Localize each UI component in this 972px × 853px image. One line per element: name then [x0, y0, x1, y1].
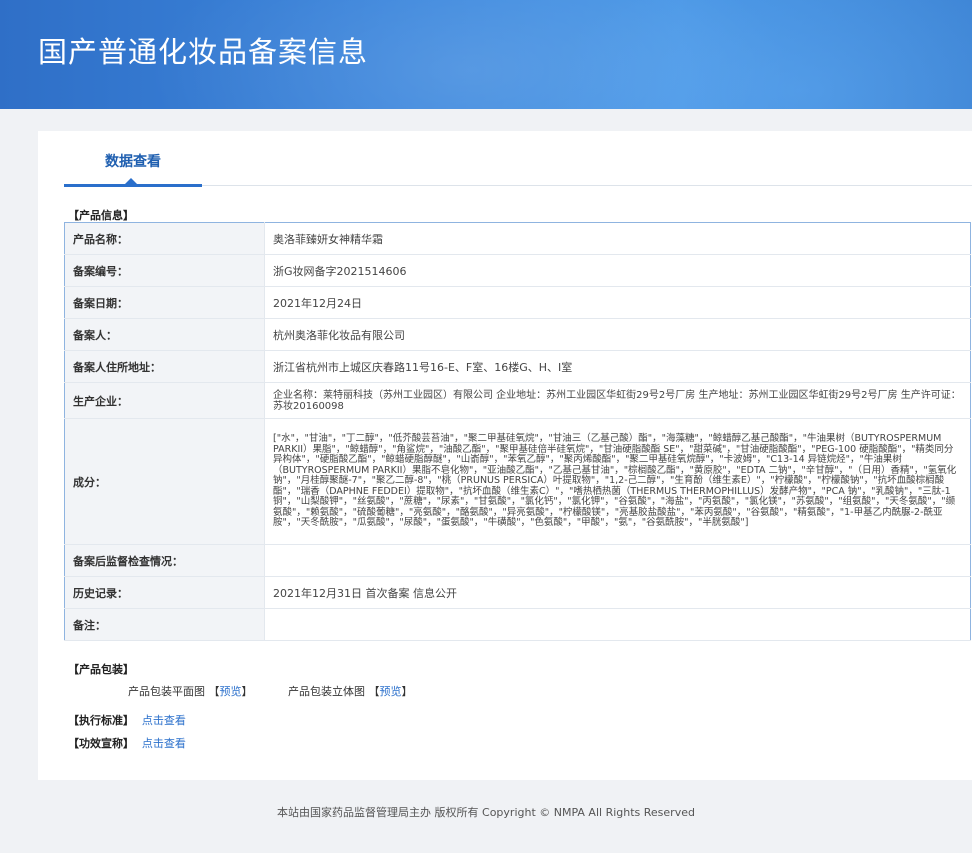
ingredients-value: ["水"，"甘油"，"丁二醇"，"低芥酸芸苔油"，"聚二甲基硅氧烷"，"甘油三（… [264, 418, 971, 545]
table-row: 历史记录： 2021年12月31日 首次备案 信息公开 [64, 576, 971, 609]
product-info-title: 【产品信息】 [68, 209, 134, 222]
registration-date-value: 2021年12月24日 [264, 286, 971, 319]
remarks-value [264, 608, 971, 641]
row-label: 产品名称： [64, 222, 265, 255]
packaging-solid-label: 产品包装立体图 [288, 685, 365, 698]
efficacy-title-text: 【功效宣称】 [68, 737, 134, 750]
row-label: 生产企业： [64, 382, 265, 419]
row-label: 备案编号： [64, 254, 265, 287]
packaging-solid: 产品包装立体图 【预览】 [288, 683, 413, 699]
product-name-value: 奥洛菲臻妍女神精华霜 [264, 222, 971, 255]
tab-caret-icon [125, 178, 137, 184]
standard-title-text: 【执行标准】 [68, 714, 134, 727]
row-label: 备案日期： [64, 286, 265, 319]
table-row: 成分： ["水"，"甘油"，"丁二醇"，"低芥酸芸苔油"，"聚二甲基硅氧烷"，"… [64, 418, 971, 545]
table-row: 备案编号： 浙G妆网备字2021514606 [64, 254, 971, 287]
bracket-close: 】 [401, 685, 413, 698]
table-row: 备案日期： 2021年12月24日 [64, 286, 971, 319]
manufacturer-value: 企业名称：莱特丽科技（苏州工业园区）有限公司 企业地址：苏州工业园区华虹街29号… [264, 382, 971, 419]
packaging-title: 【产品包装】 [68, 663, 134, 676]
banner-decoration-2 [540, 0, 972, 109]
row-label: 备案后监督检查情况： [64, 544, 265, 577]
efficacy-title: 【功效宣称】 点击查看 [68, 735, 186, 751]
history-value: 2021年12月31日 首次备案 信息公开 [264, 576, 971, 609]
inspection-value [264, 544, 971, 577]
table-row: 备注： [64, 608, 971, 641]
row-label: 成分： [64, 418, 265, 545]
product-info-table: 产品名称： 奥洛菲臻妍女神精华霜 备案编号： 浙G妆网备字2021514606 … [64, 222, 971, 641]
packaging-flat: 产品包装平面图 【预览】 [128, 683, 253, 699]
packaging-solid-preview-link[interactable]: 预览 [380, 685, 402, 698]
bracket-close: 】 [241, 685, 253, 698]
header-banner: 国产普通化妆品备案信息 [0, 0, 972, 109]
standard-title: 【执行标准】 点击查看 [68, 712, 186, 728]
table-row: 备案人住所地址： 浙江省杭州市上城区庆春路11号16-E、F室、16楼G、H、I… [64, 350, 971, 383]
bracket-open: 【 [368, 685, 380, 698]
efficacy-view-link[interactable]: 点击查看 [142, 737, 186, 750]
table-row: 产品名称： 奥洛菲臻妍女神精华霜 [64, 222, 971, 255]
row-label: 备案人： [64, 318, 265, 351]
registrant-address-value: 浙江省杭州市上城区庆春路11号16-E、F室、16楼G、H、I室 [264, 350, 971, 383]
standard-view-link[interactable]: 点击查看 [142, 714, 186, 727]
table-row: 生产企业： 企业名称：莱特丽科技（苏州工业园区）有限公司 企业地址：苏州工业园区… [64, 382, 971, 419]
footer-copyright: 本站由国家药品监督管理局主办 版权所有 Copyright © NMPA All… [277, 806, 695, 819]
row-label: 备注： [64, 608, 265, 641]
packaging-flat-preview-link[interactable]: 预览 [220, 685, 242, 698]
table-row: 备案人： 杭州奥洛菲化妆品有限公司 [64, 318, 971, 351]
packaging-flat-label: 产品包装平面图 [128, 685, 205, 698]
table-row: 备案后监督检查情况： [64, 544, 971, 577]
tab-active-indicator [64, 184, 202, 187]
registration-number-value: 浙G妆网备字2021514606 [264, 254, 971, 287]
registrant-value: 杭州奥洛菲化妆品有限公司 [264, 318, 971, 351]
content-card: 数据查看 【产品信息】 产品名称： 奥洛菲臻妍女神精华霜 备案编号： 浙G妆网备… [38, 131, 972, 780]
row-label: 历史记录： [64, 576, 265, 609]
bracket-open: 【 [208, 685, 220, 698]
row-label: 备案人住所地址： [64, 350, 265, 383]
page-title: 国产普通化妆品备案信息 [38, 35, 369, 69]
